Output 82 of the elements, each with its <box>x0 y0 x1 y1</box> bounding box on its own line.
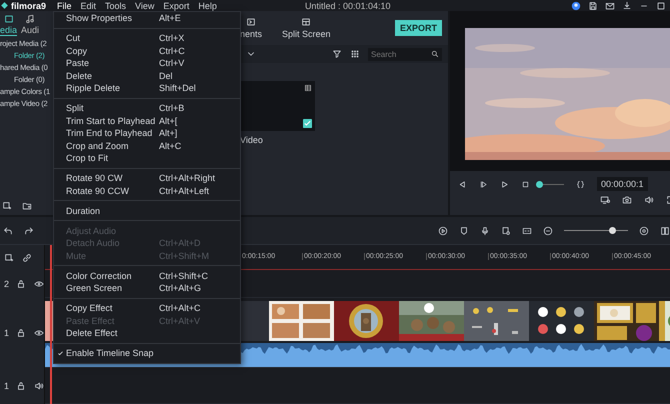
toolbar-tab[interactable]: nents <box>240 17 272 39</box>
checkbox[interactable] <box>303 119 312 128</box>
media-thumbnail[interactable] <box>240 81 315 131</box>
window-title: Untitled : 00:01:04:10 <box>304 0 390 10</box>
speaker-icon[interactable] <box>34 381 44 391</box>
previous-frame-icon[interactable] <box>458 180 467 188</box>
menu-item[interactable]: File <box>57 0 72 10</box>
eye-icon[interactable] <box>34 328 44 338</box>
microphone-icon[interactable] <box>480 226 490 236</box>
menu-item[interactable]: Copy Effect Ctrl+Alt+C <box>54 302 240 314</box>
redo-icon[interactable] <box>24 226 34 236</box>
render-icon[interactable] <box>438 226 448 236</box>
link-icon[interactable] <box>22 252 32 262</box>
play-icon[interactable] <box>500 180 509 188</box>
new-folder-icon[interactable] <box>22 201 32 211</box>
library-tab[interactable]: edia <box>0 14 18 36</box>
maximize-icon[interactable] <box>656 0 666 10</box>
undo-icon[interactable] <box>3 226 13 236</box>
menu-item[interactable]: Show Properties Alt+E <box>54 12 240 24</box>
progress-thumb[interactable] <box>536 180 544 188</box>
lock-icon[interactable] <box>16 381 26 391</box>
monitor-icon[interactable] <box>600 195 610 205</box>
menu-item[interactable]: Crop to Fit <box>54 152 240 164</box>
menu-item[interactable]: Delete Effect <box>54 327 240 340</box>
save-icon[interactable] <box>588 0 598 10</box>
add-track-icon[interactable] <box>4 252 14 262</box>
menu-item[interactable]: Copy Ctrl+C <box>54 44 240 57</box>
mail-icon[interactable] <box>605 0 615 10</box>
menu-item[interactable]: Duration <box>54 204 240 217</box>
mark-in-out-icon[interactable] <box>576 180 585 188</box>
media-label: Video <box>240 135 264 145</box>
grid-icon[interactable] <box>350 49 360 59</box>
media-icon <box>4 14 14 24</box>
zoom-out-icon[interactable] <box>543 226 553 236</box>
menu-item[interactable]: Green Screen Ctrl+Alt+G <box>54 282 240 294</box>
marker-icon[interactable] <box>459 226 469 236</box>
library-tab[interactable]: Audi <box>21 14 40 36</box>
menu-item[interactable]: Trim Start to Playhead Alt+[ <box>54 114 240 127</box>
zoom-thumb[interactable] <box>609 227 616 234</box>
export-button[interactable]: EXPORT <box>394 20 442 36</box>
menu-item[interactable]: Color Correction Ctrl+Shift+C <box>54 270 240 282</box>
zoom-in-icon[interactable] <box>639 226 649 236</box>
play-frame-icon[interactable] <box>479 180 488 188</box>
menu-item[interactable]: Trim End to Playhead Alt+] <box>54 127 240 140</box>
search-field[interactable]: Search <box>368 48 442 60</box>
frame-icon <box>246 17 256 27</box>
app-logo: filmora9 <box>11 0 46 10</box>
split-screen-icon <box>301 17 312 27</box>
menu-item[interactable]: Help <box>198 0 217 10</box>
music-icon <box>25 14 36 24</box>
menu-item[interactable]: Edit <box>80 0 96 10</box>
filter-icon[interactable] <box>332 49 342 59</box>
avatar-icon[interactable] <box>571 0 581 10</box>
menu-item[interactable]: Enable Timeline Snap <box>54 347 240 360</box>
menu-item[interactable]: Split Ctrl+B <box>54 102 240 114</box>
check-icon <box>56 350 64 357</box>
menu-item[interactable]: Ripple Delete Shift+Del <box>54 82 240 94</box>
volume-icon[interactable] <box>644 195 654 205</box>
add-item-icon[interactable] <box>2 201 12 211</box>
camera-icon[interactable] <box>622 195 632 205</box>
menu-item[interactable]: Rotate 90 CCW Ctrl+Alt+Left <box>54 184 240 197</box>
columns-icon[interactable] <box>660 226 670 236</box>
track-number: 2 <box>4 279 8 289</box>
menu-item[interactable]: Cut Ctrl+X <box>54 32 240 44</box>
menu-item[interactable]: Crop and Zoom Alt+C <box>54 140 240 152</box>
toolbar-tab[interactable]: Split Screen <box>272 17 341 39</box>
menu-item[interactable]: Tools <box>105 0 126 10</box>
menu-item[interactable]: Delete Del <box>54 70 240 82</box>
track-number: 1 <box>4 381 8 391</box>
timecode-display: 00:00:00:1 <box>597 177 648 191</box>
menu-item[interactable]: View <box>135 0 154 10</box>
search-icon <box>431 50 439 58</box>
download-icon[interactable] <box>622 0 632 10</box>
storyboard-icon <box>304 84 312 92</box>
menu-item[interactable]: Paste Ctrl+V <box>54 57 240 70</box>
menu-item[interactable]: Export <box>163 0 190 10</box>
menu-item[interactable]: Rotate 90 CW Ctrl+Alt+Right <box>54 172 240 184</box>
eye-icon[interactable] <box>34 279 44 289</box>
track-number: 1 <box>4 328 8 338</box>
stop-icon[interactable] <box>521 180 530 188</box>
lock-icon[interactable] <box>16 328 26 338</box>
lock-icon[interactable] <box>16 279 26 289</box>
